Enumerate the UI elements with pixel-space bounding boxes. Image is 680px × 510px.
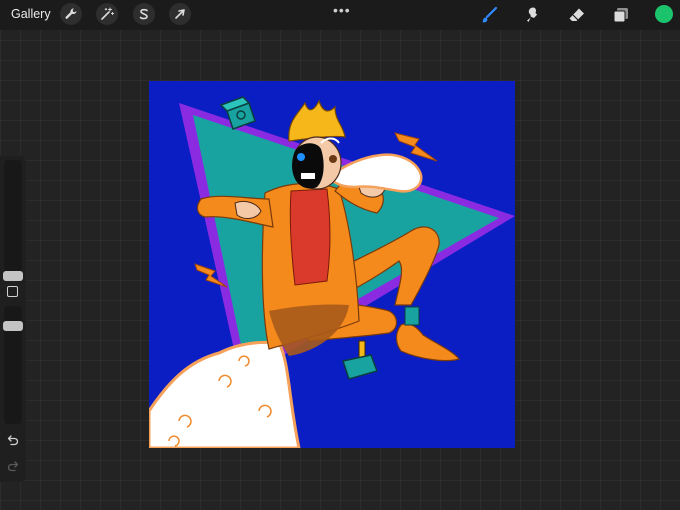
eraser-icon: [569, 8, 584, 21]
magic-wand-icon: [101, 7, 114, 20]
brush-size-slider[interactable]: [3, 160, 23, 281]
brush-icon: [481, 6, 498, 23]
smudge-tool-button[interactable]: [522, 4, 544, 26]
sock: [404, 306, 420, 326]
redo-icon: [7, 461, 19, 472]
arrow-cursor-icon: [175, 9, 185, 19]
undo-button[interactable]: [5, 432, 21, 448]
shirt: [289, 188, 331, 286]
more-menu-button[interactable]: •••: [333, 2, 351, 18]
drawing-canvas[interactable]: [149, 81, 515, 448]
selection-button[interactable]: [133, 3, 155, 25]
opacity-slider[interactable]: [3, 306, 23, 424]
smudge-icon: [527, 7, 538, 22]
wrench-icon: [65, 8, 77, 19]
square-modify-icon[interactable]: [7, 286, 18, 297]
top-toolbar: Gallery •••: [0, 0, 680, 30]
eraser-tool-button[interactable]: [566, 4, 588, 26]
artwork: [149, 81, 515, 448]
opacity-thumb[interactable]: [3, 320, 23, 331]
eye: [329, 155, 337, 163]
selection-s-icon: [139, 8, 148, 20]
layers-button[interactable]: [610, 4, 632, 26]
transform-button[interactable]: [169, 3, 191, 25]
left-sidebar: [0, 156, 26, 482]
paint-tool-button[interactable]: [478, 4, 500, 26]
color-picker-button[interactable]: [655, 5, 673, 23]
adjustments-button[interactable]: [96, 3, 118, 25]
brush-size-thumb[interactable]: [3, 270, 23, 281]
actions-button[interactable]: [60, 3, 82, 25]
skull-teeth: [301, 173, 315, 179]
layers-icon: [613, 8, 628, 23]
skull-mask: [292, 143, 324, 189]
skull-eye: [297, 153, 305, 161]
gallery-button[interactable]: Gallery: [11, 7, 51, 21]
undo-icon: [7, 435, 19, 446]
redo-button[interactable]: [5, 458, 21, 474]
